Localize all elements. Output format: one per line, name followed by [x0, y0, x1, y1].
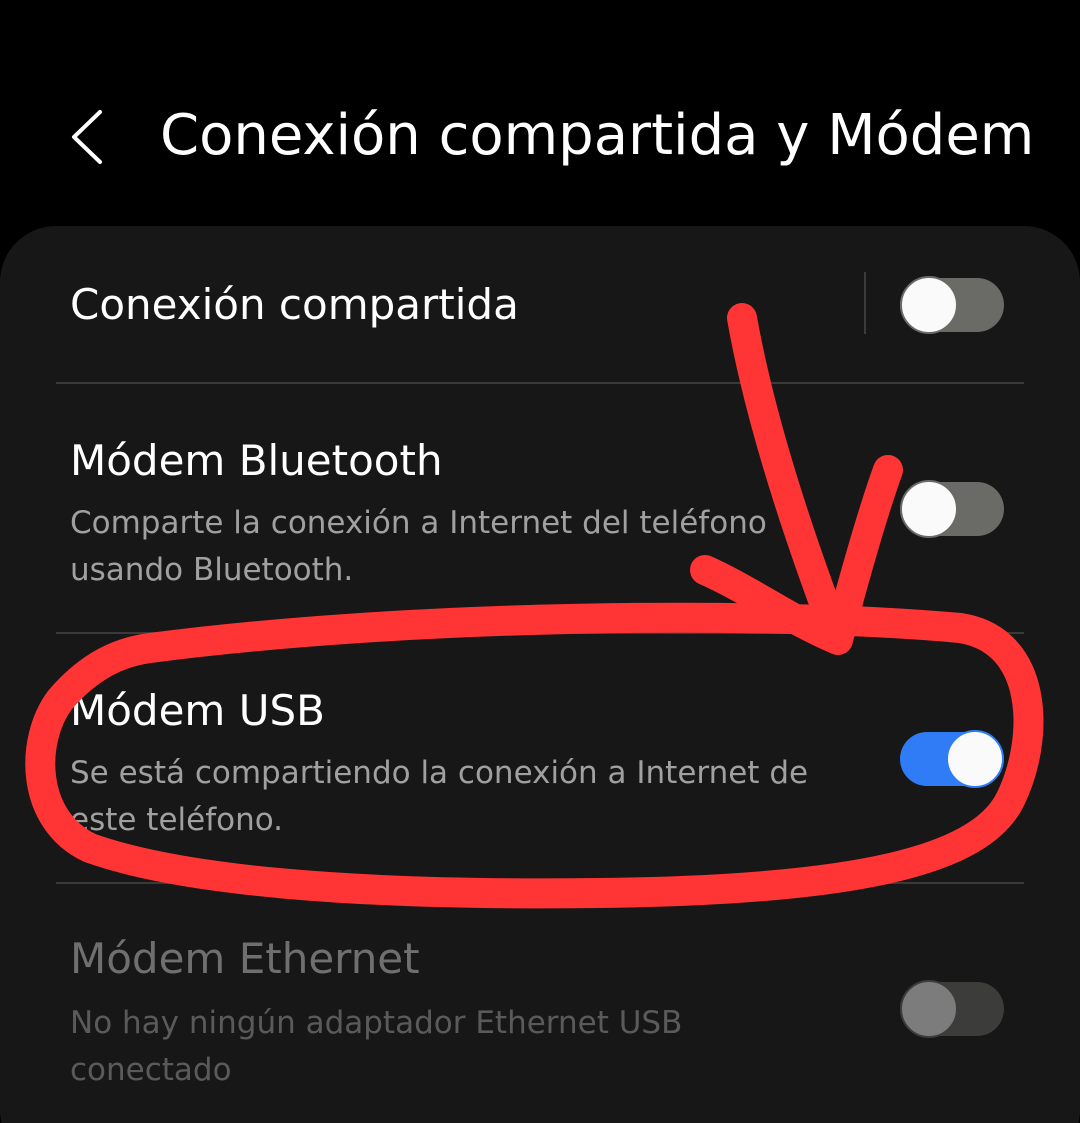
page-title: Conexión compartida y Módem — [160, 103, 1035, 168]
setting-title: Módem USB — [70, 686, 325, 735]
setting-title: Módem Bluetooth — [70, 436, 443, 485]
vertical-separator — [864, 272, 866, 334]
setting-title: Conexión compartida — [70, 280, 519, 329]
setting-row-hotspot[interactable]: Conexión compartida — [0, 226, 1080, 384]
back-button[interactable] — [60, 102, 120, 172]
toggle-knob — [900, 276, 958, 334]
toggle-knob — [946, 730, 1004, 788]
setting-row-ethernet-tethering: Módem Ethernet No hay ningún adaptador E… — [0, 884, 1080, 1123]
setting-row-bluetooth-tethering[interactable]: Módem Bluetooth Comparte la conexión a I… — [0, 384, 1080, 634]
bluetooth-tethering-toggle[interactable] — [900, 480, 1004, 538]
app-bar: Conexión compartida y Módem — [0, 80, 1080, 200]
toggle-knob — [900, 980, 958, 1038]
setting-subtitle: No hay ningún adaptador Ethernet USB con… — [70, 1005, 683, 1088]
setting-subtitle: Comparte la conexión a Internet del telé… — [70, 505, 767, 588]
chevron-left-icon — [72, 110, 102, 164]
toggle-knob — [900, 480, 958, 538]
setting-row-usb-tethering[interactable]: Módem USB Se está compartiendo la conexi… — [0, 634, 1080, 884]
hotspot-toggle[interactable] — [900, 276, 1004, 334]
setting-subtitle: Se está compartiendo la conexión a Inter… — [70, 755, 809, 838]
usb-tethering-toggle[interactable] — [900, 730, 1004, 788]
ethernet-tethering-toggle — [900, 980, 1004, 1038]
setting-title: Módem Ethernet — [70, 934, 420, 983]
screen: Conexión compartida y Módem Conexión com… — [0, 0, 1080, 1123]
